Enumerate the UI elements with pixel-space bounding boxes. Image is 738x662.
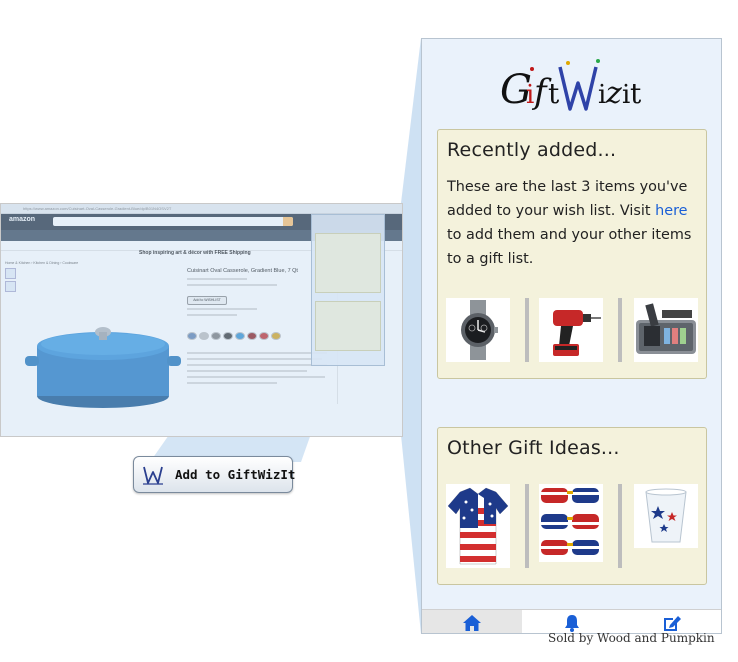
recently-added-text-end: to add them and your other items to a gi… [447, 227, 692, 267]
color-swatch [223, 332, 233, 340]
other-gift-ideas-box: Other Gift Ideas... [437, 427, 707, 585]
color-swatch [235, 332, 245, 340]
item-divider [618, 298, 622, 362]
w-logo-icon [141, 462, 165, 488]
recent-item-microscope[interactable] [634, 298, 698, 362]
cup-icon [645, 488, 687, 543]
text-line [187, 352, 327, 354]
sunglasses-icon [541, 488, 599, 555]
breadcrumb: Home & Kitchen › Kitchen & Dining › Cook… [5, 261, 79, 265]
add-to-giftwizit-button[interactable]: Add to GiftWizIt [133, 456, 296, 493]
item-divider [618, 484, 622, 568]
svg-text:z: z [605, 76, 622, 111]
promo-banner: Shop inspiring art & décor with FREE Shi… [139, 250, 251, 256]
color-swatch [211, 332, 221, 340]
color-swatch [259, 332, 269, 340]
svg-text:t: t [548, 77, 560, 110]
casserole-image [25, 327, 181, 408]
color-swatch [247, 332, 257, 340]
text-line [187, 284, 277, 286]
other-gift-ideas-title: Other Gift Ideas... [447, 437, 620, 459]
amazon-logo: amazon [9, 216, 36, 223]
text-line [187, 364, 327, 366]
recently-added-text: These are the last 3 items you've added … [447, 175, 699, 271]
svg-text:t: t [630, 77, 642, 110]
recent-item-drill[interactable] [539, 298, 603, 362]
recent-item-watch[interactable] [446, 298, 510, 362]
color-swatch [271, 332, 281, 340]
mini-ideas-box [315, 301, 381, 351]
item-divider [525, 298, 529, 362]
underlying-page-text: Sold by Wood and Pumpkin [548, 631, 715, 645]
giftwizit-panel: G i f t i z i t Recently added... These … [421, 38, 722, 634]
edit-icon [664, 616, 681, 631]
mini-recent-box [315, 233, 381, 293]
idea-item-sunglasses[interactable] [539, 484, 603, 562]
bell-icon [565, 615, 579, 632]
recently-added-title: Recently added... [447, 139, 617, 161]
recently-added-text-start: These are the last 3 items you've added … [447, 179, 688, 219]
wishlist-button: Add to WISHLIST [187, 296, 227, 305]
product-thumb [5, 281, 16, 292]
tab-home[interactable] [422, 610, 522, 633]
idea-item-shirt[interactable] [446, 484, 510, 568]
color-swatch [187, 332, 197, 340]
text-line [187, 314, 237, 316]
text-line [187, 278, 247, 280]
text-line [187, 358, 322, 360]
idea-item-cups[interactable] [634, 484, 698, 548]
shirt-icon [447, 487, 509, 565]
color-swatch [199, 332, 209, 340]
visit-here-link[interactable]: here [655, 203, 687, 219]
text-line [187, 376, 325, 378]
text-line [187, 370, 307, 372]
giftwizit-logo: G i f t i z i t [500, 59, 642, 113]
text-line [187, 382, 277, 384]
product-page-screenshot: https://www.amazon.com/Cuisinart-Oval-Ca… [0, 203, 403, 437]
text-line [187, 308, 257, 310]
microscope-icon [636, 303, 696, 354]
watch-icon [461, 300, 498, 360]
amazon-search-bar [53, 217, 293, 226]
product-thumb [5, 268, 16, 279]
drill-icon [553, 310, 601, 356]
item-divider [525, 484, 529, 568]
home-icon [463, 615, 481, 631]
product-title: Cuisinart Oval Casserole, Gradient Blue,… [187, 268, 298, 274]
add-to-giftwizit-label: Add to GiftWizIt [175, 467, 296, 482]
mini-giftwizit-panel [311, 214, 385, 366]
recently-added-box: Recently added... These are the last 3 i… [437, 129, 707, 379]
browser-address-bar: https://www.amazon.com/Cuisinart-Oval-Ca… [1, 204, 402, 214]
